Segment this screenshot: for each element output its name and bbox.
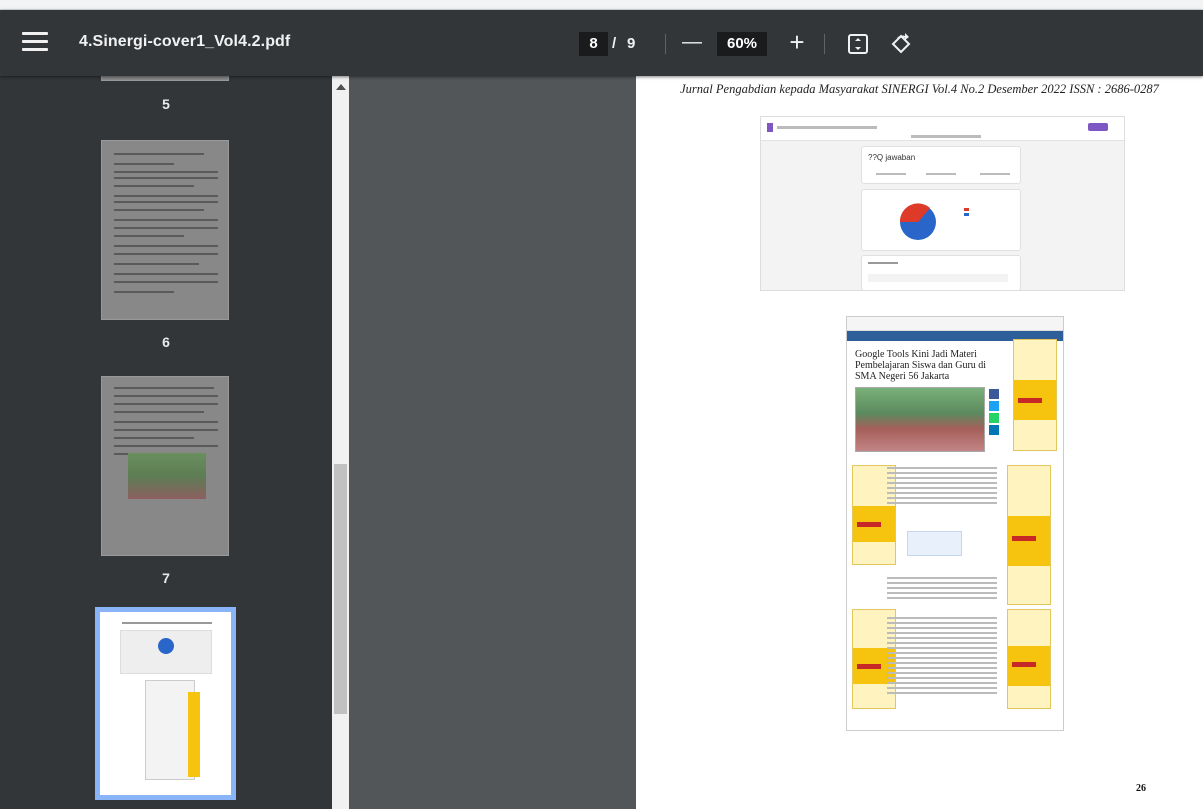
sidebar-scrollbar[interactable] xyxy=(332,76,349,809)
thumbnail-sidebar: 5 6 7 xyxy=(0,76,332,809)
page-thumbnail[interactable] xyxy=(101,140,229,320)
article-photo xyxy=(855,387,985,452)
journal-header: Jurnal Pengabdian kepada Masyarakat SINE… xyxy=(680,82,1159,96)
browser-top-strip xyxy=(0,0,1203,10)
page-separator: / xyxy=(612,35,617,52)
facebook-icon xyxy=(989,389,999,399)
ad-banner xyxy=(1013,339,1057,451)
thumbnail-label: 7 xyxy=(162,570,170,586)
scrollbar-thumb[interactable] xyxy=(334,464,347,714)
twitter-icon xyxy=(989,401,999,411)
page-thumbnail-selected[interactable] xyxy=(95,607,236,800)
rotate-icon[interactable] xyxy=(889,32,913,56)
menu-icon[interactable] xyxy=(22,32,48,54)
pdf-page: Jurnal Pengabdian kepada Masyarakat SINE… xyxy=(636,76,1203,809)
thumbnail-label: 5 xyxy=(162,96,170,112)
whatsapp-icon xyxy=(989,413,999,423)
pie-chart xyxy=(899,203,936,240)
thumbnail-label: 6 xyxy=(162,334,170,350)
divider xyxy=(665,34,666,54)
page-thumbnail[interactable] xyxy=(101,76,229,81)
scroll-up-arrow-icon[interactable] xyxy=(336,84,346,90)
forms-screenshot: ??Q jawaban xyxy=(760,116,1125,291)
article-headline: Google Tools Kini Jadi Materi Pembelajar… xyxy=(855,349,987,382)
page-total: 9 xyxy=(627,35,636,52)
zoom-in-button[interactable]: + xyxy=(783,29,811,57)
file-title: 4.Sinergi-cover1_Vol4.2.pdf xyxy=(79,33,291,50)
page-number-input[interactable]: 8 xyxy=(579,32,608,56)
responses-title: ??Q jawaban xyxy=(868,153,916,162)
ad-banner xyxy=(1007,465,1051,605)
news-article-screenshot: Google Tools Kini Jadi Materi Pembelajar… xyxy=(846,316,1064,731)
thumbnail-photo xyxy=(128,453,206,499)
zoom-input[interactable]: 60% xyxy=(717,32,767,56)
zoom-out-button[interactable]: — xyxy=(678,29,706,57)
ad-banner xyxy=(1007,609,1051,709)
divider xyxy=(824,34,825,54)
fit-to-page-icon[interactable] xyxy=(846,32,870,56)
linkedin-icon xyxy=(989,425,999,435)
page-thumbnail[interactable] xyxy=(101,376,229,556)
page-number: 26 xyxy=(1136,783,1146,794)
pdf-toolbar: 4.Sinergi-cover1_Vol4.2.pdf 8 / 9 — 60% … xyxy=(0,10,1203,76)
